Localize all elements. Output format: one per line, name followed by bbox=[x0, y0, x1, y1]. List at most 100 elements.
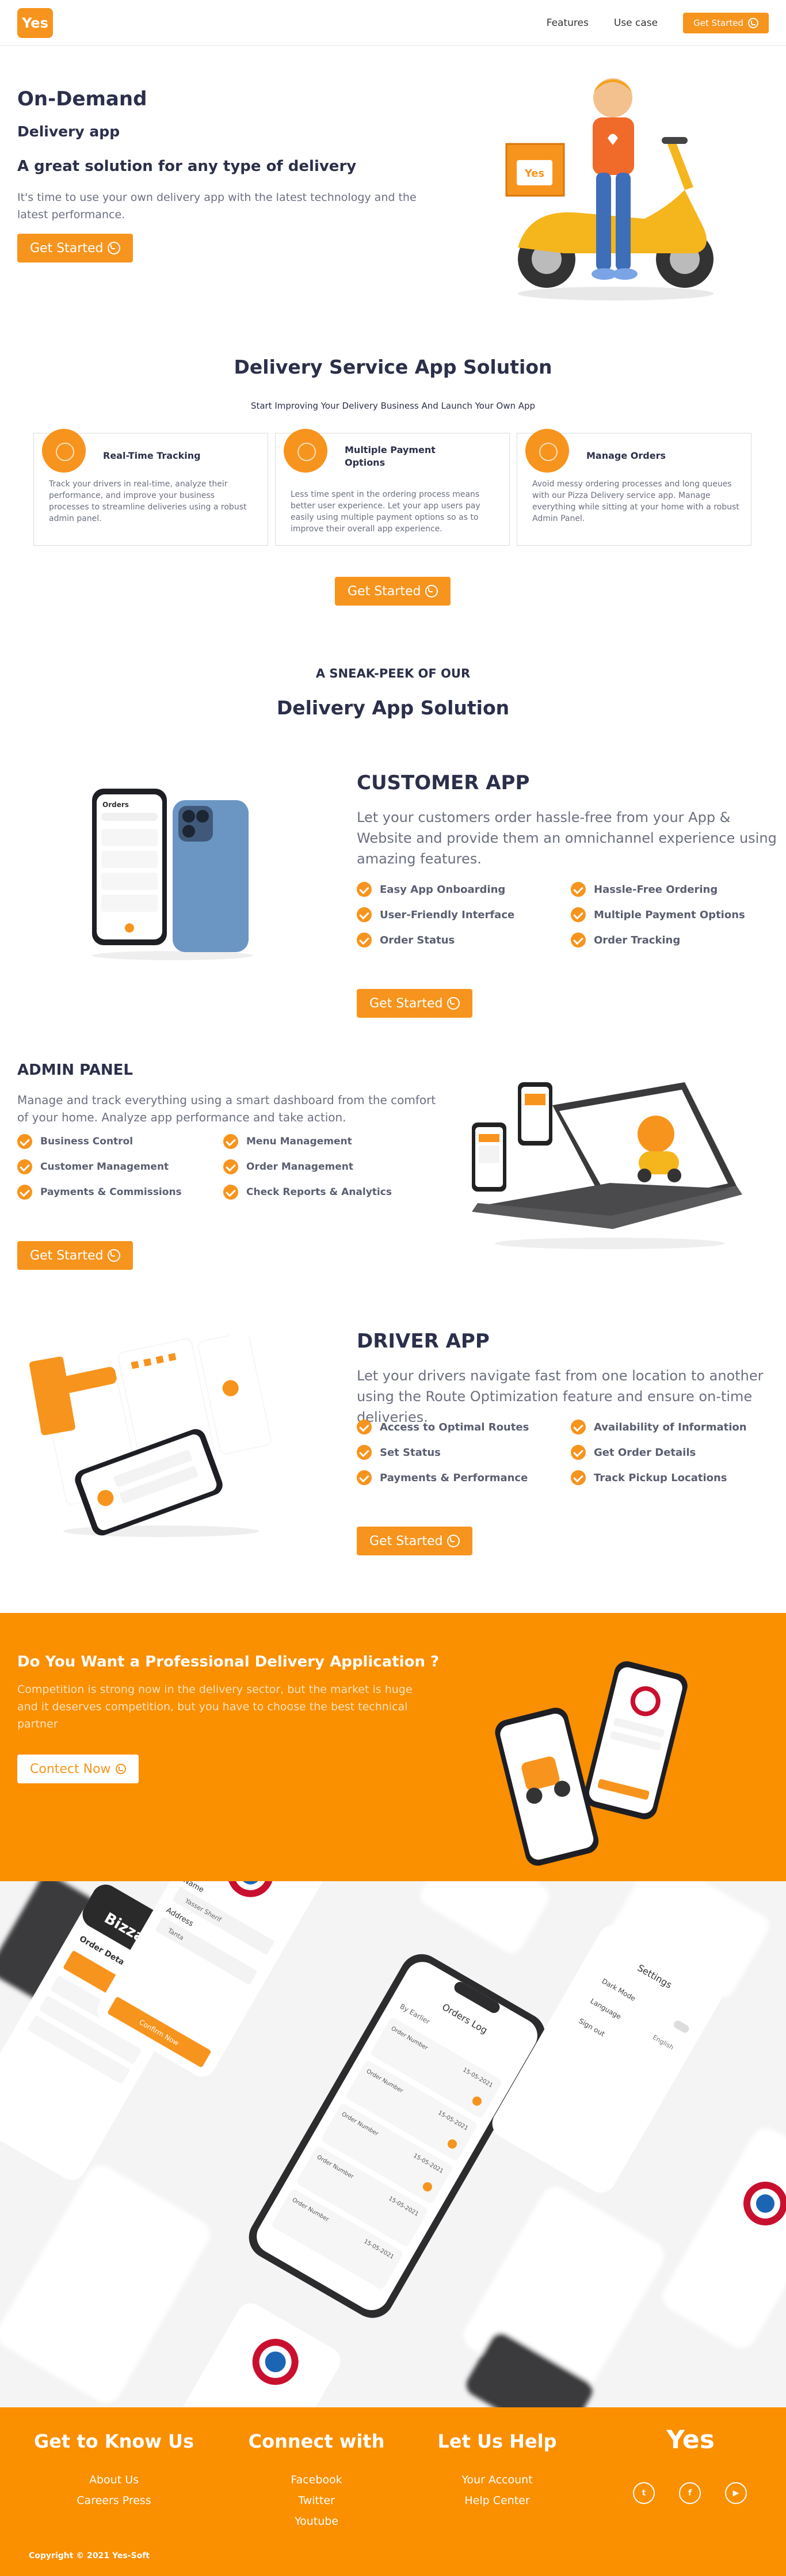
feature-card-tracking: Real-Time Tracking Track your drivers in… bbox=[33, 429, 268, 546]
feature-label: Menu Management bbox=[246, 1136, 352, 1147]
whatsapp-icon bbox=[108, 242, 121, 254]
main-nav: Features Use case Get Started bbox=[547, 13, 769, 33]
contact-now-button[interactable]: Contect Now bbox=[17, 1755, 139, 1783]
check-icon bbox=[357, 1420, 372, 1435]
get-started-label: Get Started bbox=[348, 584, 421, 599]
service-subtitle: Start Improving Your Delivery Business A… bbox=[250, 401, 536, 411]
feature-item: Menu Management bbox=[223, 1134, 352, 1149]
feature-item: Access to Optimal Routes bbox=[357, 1420, 529, 1435]
site-header: Yes Features Use case Get Started bbox=[0, 0, 786, 46]
facebook-icon[interactable]: f bbox=[679, 2482, 701, 2504]
feature-label: Business Control bbox=[40, 1136, 133, 1147]
feature-item: Order Tracking bbox=[571, 933, 680, 948]
footer-logo[interactable]: Yes bbox=[662, 2417, 719, 2463]
footer-heading: Get to Know Us bbox=[33, 2430, 194, 2452]
box-logo-text: Yes bbox=[524, 168, 544, 180]
feature-item: Track Pickup Locations bbox=[571, 1470, 727, 1485]
header-get-started-button[interactable]: Get Started bbox=[683, 13, 769, 33]
footer-link-careers[interactable]: Careers Press bbox=[33, 2490, 194, 2511]
feature-label: Hassle-Free Ordering bbox=[594, 883, 718, 896]
admin-get-started-button[interactable]: Get Started bbox=[17, 1241, 133, 1270]
footer-heading: Connect with bbox=[248, 2430, 385, 2452]
feature-item: Payments & Commissions bbox=[17, 1185, 182, 1200]
check-icon bbox=[571, 907, 586, 922]
hero-section: On-Demand Delivery app A great solution … bbox=[0, 46, 786, 317]
driver-app-get-started-button[interactable]: Get Started bbox=[357, 1527, 473, 1555]
feature-label: Access to Optimal Routes bbox=[380, 1421, 529, 1433]
peek-title: Delivery App Solution bbox=[276, 697, 510, 719]
whatsapp-icon bbox=[425, 585, 438, 598]
admin-panel-description: Manage and track everything using a smar… bbox=[17, 1093, 436, 1124]
feature-item: Hassle-Free Ordering bbox=[571, 882, 718, 897]
admin-panel-title: ADMIN PANEL bbox=[17, 1061, 133, 1079]
check-icon bbox=[357, 882, 372, 897]
feature-item: Check Reports & Analytics bbox=[223, 1185, 392, 1200]
check-icon bbox=[571, 1445, 586, 1460]
footer-col-connect: Connect with Facebook Twitter Youtube bbox=[236, 2430, 397, 2532]
footer-link-account[interactable]: Your Account bbox=[417, 2470, 578, 2490]
cta-phones-illustration bbox=[495, 1661, 688, 1866]
delivery-scooter-illustration: Yes bbox=[505, 78, 713, 300]
footer-link-about[interactable]: About Us bbox=[33, 2470, 194, 2490]
phone-orders-header: Orders bbox=[102, 801, 129, 809]
feature-label: Set Status bbox=[380, 1446, 441, 1459]
feature-item: Payments & Performance bbox=[357, 1470, 528, 1485]
whatsapp-icon bbox=[108, 1249, 121, 1262]
contact-cta-section: Do You Want a Professional Delivery Appl… bbox=[0, 1613, 786, 1881]
check-icon bbox=[357, 933, 372, 948]
location-icon bbox=[42, 429, 86, 473]
footer-link-help[interactable]: Help Center bbox=[417, 2490, 578, 2511]
service-title: Delivery Service App Solution bbox=[234, 356, 552, 378]
service-get-started-button[interactable]: Get Started bbox=[335, 577, 451, 606]
feature-label: Order Tracking bbox=[594, 934, 681, 946]
customer-app-description: Let your customers order hassle-free fro… bbox=[357, 809, 777, 867]
check-icon bbox=[571, 933, 586, 948]
nav-features[interactable]: Features bbox=[547, 17, 589, 29]
feature-card-payment: Multiple Payment Options Less time spent… bbox=[275, 429, 510, 546]
landing-page: Yes Features Use case Get Started On-Dem… bbox=[0, 0, 786, 2576]
cta-description: Competition is strong now in the deliver… bbox=[17, 1683, 413, 1730]
feature-label: Customer Management bbox=[40, 1161, 169, 1173]
footer-col-know-us: Get to Know Us About Us Careers Press bbox=[33, 2430, 194, 2511]
check-icon bbox=[223, 1159, 238, 1174]
card-title: Real-Time Tracking bbox=[103, 450, 201, 461]
collage-illustration: Bizza Order Details #5 Name Yasser Sheri… bbox=[0, 1881, 786, 2407]
feature-label: Order Management bbox=[246, 1161, 353, 1173]
nav-use-case[interactable]: Use case bbox=[614, 17, 658, 29]
driver-app-screens-illustration bbox=[29, 1335, 272, 1537]
feature-label: Track Pickup Locations bbox=[594, 1471, 727, 1484]
twitter-icon[interactable]: t bbox=[633, 2482, 655, 2504]
hero-get-started-button[interactable]: Get Started bbox=[17, 234, 133, 262]
feature-label: Availability of Information bbox=[594, 1421, 747, 1433]
card-text: Less time spent in the ordering process … bbox=[291, 490, 480, 534]
check-icon bbox=[17, 1185, 32, 1200]
customer-app-get-started-button[interactable]: Get Started bbox=[357, 989, 473, 1018]
customer-app-phones-illustration: Orders bbox=[92, 789, 253, 960]
feature-label: Order Status bbox=[380, 934, 455, 946]
card-title: Manage Orders bbox=[586, 450, 666, 461]
feature-label: Check Reports & Analytics bbox=[246, 1186, 392, 1198]
get-started-label: Get Started bbox=[30, 1248, 104, 1263]
wallet-icon bbox=[284, 429, 327, 473]
whatsapp-icon bbox=[748, 18, 758, 28]
footer-link-youtube[interactable]: Youtube bbox=[236, 2511, 397, 2532]
footer-col-help: Let Us Help Your Account Help Center bbox=[417, 2430, 578, 2511]
check-icon bbox=[17, 1159, 32, 1174]
hero-tagline: A great solution for any type of deliver… bbox=[17, 158, 357, 175]
footer-link-twitter[interactable]: Twitter bbox=[236, 2490, 397, 2511]
feature-item: Easy App Onboarding bbox=[357, 882, 505, 897]
check-icon bbox=[571, 882, 586, 897]
customer-app-title: CUSTOMER APP bbox=[357, 771, 530, 794]
card-text: Track your drivers in real-time, analyze… bbox=[49, 480, 247, 523]
whatsapp-icon bbox=[115, 1764, 126, 1774]
check-icon bbox=[223, 1134, 238, 1149]
footer-link-facebook[interactable]: Facebook bbox=[236, 2470, 397, 2490]
driver-app-description: Let your drivers navigate fast from one … bbox=[357, 1368, 764, 1425]
app-screens-collage: Bizza Order Details #5 Name Yasser Sheri… bbox=[0, 1881, 786, 2407]
youtube-icon[interactable]: ▶ bbox=[725, 2482, 747, 2504]
hero-subtitle: Delivery app bbox=[17, 123, 120, 140]
card-title: Multiple Payment Options bbox=[345, 444, 436, 468]
feature-item: Availability of Information bbox=[571, 1420, 747, 1435]
site-logo[interactable]: Yes bbox=[17, 7, 53, 38]
check-icon bbox=[357, 907, 372, 922]
